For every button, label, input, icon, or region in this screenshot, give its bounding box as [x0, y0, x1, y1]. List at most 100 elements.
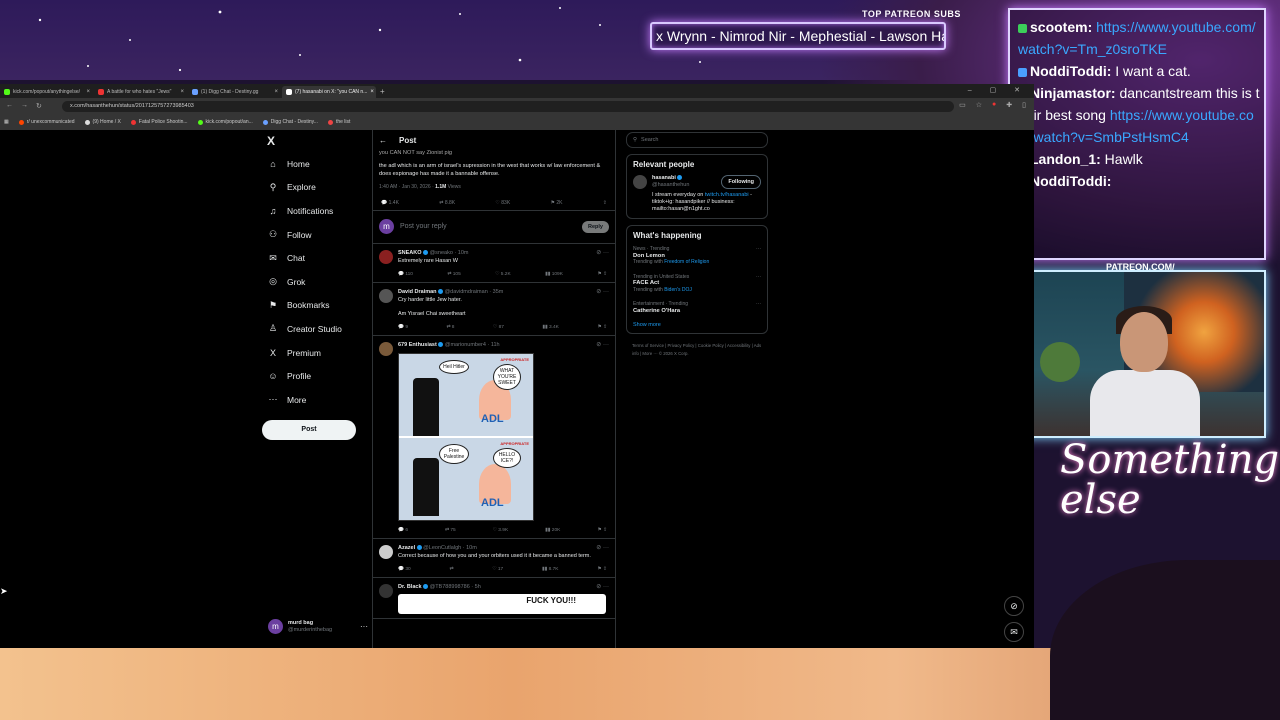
messages-float-icon[interactable]: ✉ [1004, 622, 1024, 642]
more-icon[interactable]: ··· [360, 622, 368, 631]
bookmark-share-actions[interactable]: ⚑ ⇪ [597, 271, 607, 278]
bookmark-item[interactable]: the list [327, 119, 350, 125]
following-button[interactable]: Following [721, 175, 761, 189]
show-more-link[interactable]: Show more [633, 322, 761, 328]
views-action[interactable]: ▮▮ 8.7K [542, 566, 559, 573]
back-arrow-icon[interactable]: ← [379, 136, 387, 145]
close-icon[interactable]: × [180, 89, 184, 95]
reply-author[interactable]: David Draiman [398, 289, 437, 295]
grok-float-icon[interactable]: ⊘ [1004, 596, 1024, 616]
trend-link[interactable]: Freedom of Religion [664, 259, 709, 265]
cast-icon[interactable]: ▭ [959, 101, 966, 109]
avatar[interactable] [379, 583, 393, 598]
reload-icon[interactable]: ↻ [36, 102, 42, 110]
trend-item[interactable]: Trending in United States FACE Act Trendin… [633, 274, 761, 294]
nav-item-follow[interactable]: ⚇ Follow [262, 223, 372, 247]
close-icon[interactable]: × [86, 89, 90, 95]
apps-grid-icon[interactable]: ▦ [4, 119, 9, 125]
nav-item-home[interactable]: ⌂ Home [262, 152, 372, 176]
reply-author[interactable]: Azazel [398, 545, 415, 551]
nav-item-profile[interactable]: ☺ Profile [262, 364, 372, 388]
back-icon[interactable]: ← [6, 102, 13, 110]
repost-action[interactable]: ⇄ 8.8K [439, 200, 455, 206]
reply-author[interactable]: 679 Enthusiast [398, 342, 437, 348]
nav-item-premium[interactable]: X Premium [262, 341, 372, 365]
close-icon[interactable]: × [370, 89, 374, 95]
window-controls[interactable]: – ▢ ✕ [968, 86, 1028, 94]
more-icon[interactable]: ⊘ ··· [596, 288, 609, 295]
more-icon[interactable]: ··· [756, 246, 761, 253]
reply-button[interactable]: Reply [582, 220, 609, 233]
bookmark-item[interactable]: r/ unexcommunicated [18, 119, 75, 125]
avatar[interactable] [379, 341, 393, 356]
url-field[interactable]: x.com/hasanthehun/status/201712575727398… [62, 100, 954, 112]
more-icon[interactable]: ··· [756, 274, 761, 281]
like-action[interactable]: ♡ 87 [493, 324, 504, 331]
nav-item-chat[interactable]: ✉ Chat [262, 246, 372, 270]
new-tab-icon[interactable]: + [380, 87, 385, 96]
more-icon[interactable]: ⊘ ··· [596, 544, 609, 551]
browser-tab[interactable]: kick.com/popout/anythingelse/ × [0, 86, 94, 98]
views-action[interactable]: ▮▮ 109K [545, 271, 563, 278]
bookmark-item[interactable]: Fatal Police Shootin... [130, 119, 188, 125]
bookmark-action[interactable]: ⚑ 2K [550, 200, 562, 206]
forward-icon[interactable]: → [21, 102, 28, 110]
more-icon[interactable]: ⊘ ··· [596, 249, 609, 256]
more-icon[interactable]: ⊘ ··· [596, 583, 609, 590]
views-action[interactable]: ▮▮ 20K [545, 527, 560, 534]
bookmark-share-actions[interactable]: ⚑ ⇪ [597, 527, 607, 534]
like-action[interactable]: ♡ 3.9K [493, 527, 509, 534]
share-icon[interactable]: ⇪ [603, 200, 607, 206]
like-action[interactable]: ♡ 83K [495, 200, 510, 206]
bookmark-item[interactable]: (9) Home / X [84, 119, 121, 125]
trend-item[interactable]: News · Trending Don Lemon Trending with Fr… [633, 246, 761, 266]
star-icon[interactable]: ☆ [976, 101, 982, 109]
reply-author[interactable]: SNEAKO [398, 250, 422, 256]
avatar[interactable] [379, 544, 393, 559]
post-button[interactable]: Post [262, 419, 356, 440]
avatar[interactable] [379, 249, 393, 264]
nav-item-notifications[interactable]: ♫ Notifications [262, 199, 372, 223]
more-icon[interactable]: ⊘ ··· [596, 341, 609, 348]
reply-action[interactable]: 💬 6 [398, 527, 408, 534]
browser-tab[interactable]: (7) hasanabi on X: "you CAN n... × [282, 86, 376, 98]
reply-action[interactable]: 💬 110 [398, 271, 413, 278]
bookmark-item[interactable]: Digg Chat - Destiny... [262, 119, 318, 125]
views-action[interactable]: ▮▮ 3.4K [542, 324, 559, 331]
reply-image[interactable]: FUCK YOU!!! [398, 593, 606, 614]
relevant-name[interactable]: hasanabi [652, 175, 689, 182]
reply-input[interactable]: Post your reply [400, 223, 576, 230]
repost-action[interactable]: ⇄ 105 [447, 271, 460, 278]
bookmark-share-actions[interactable]: ⚑ ⇪ [597, 324, 607, 331]
reply-author[interactable]: Dr. Black [398, 584, 422, 590]
nav-item-grok[interactable]: ◎ Grok [262, 270, 372, 294]
more-icon[interactable]: ··· [756, 301, 761, 308]
like-action[interactable]: ♡ 5.2K [495, 271, 511, 278]
repost-action[interactable]: ⇄ 8 [446, 324, 454, 331]
account-switcher[interactable]: m murd bag @murderinthebag ··· [268, 619, 368, 634]
close-icon[interactable]: × [274, 89, 278, 95]
bookmark-share-actions[interactable]: ⚑ ⇪ [597, 566, 607, 573]
extension-icon[interactable]: ● [992, 101, 996, 109]
repost-action[interactable]: ⇄ 75 [445, 527, 456, 534]
trend-link[interactable]: Biden's DOJ [664, 287, 692, 293]
reply-action[interactable]: 💬 30 [398, 566, 411, 573]
x-footer-links[interactable]: Terms of Service | Privacy Policy | Cook… [626, 342, 768, 358]
like-action[interactable]: ♡ 17 [492, 566, 503, 573]
avatar[interactable] [633, 175, 647, 189]
reply-action[interactable]: 💬 1.4K [381, 200, 399, 206]
extensions-puzzle-icon[interactable]: ✚ [1006, 101, 1012, 109]
avatar[interactable] [379, 288, 393, 303]
repost-action[interactable]: ⇄ [449, 566, 453, 573]
search-input[interactable]: ⚲ Search [626, 132, 768, 148]
comic-image[interactable]: APPROPRIATE Heil Hitler WHAT YOU'RE SWEET A… [398, 352, 534, 521]
x-logo-icon[interactable]: X [262, 130, 372, 152]
bio-link[interactable]: twitch.tv/hasanabi [705, 192, 749, 198]
post-time[interactable]: 1:40 AM · Jan 30, 2026 · [379, 184, 435, 190]
sidebar-icon[interactable]: ▯ [1022, 101, 1026, 109]
nav-item-bookmarks[interactable]: ⚑ Bookmarks [262, 294, 372, 318]
reply-action[interactable]: 💬 9 [398, 324, 408, 331]
browser-tab[interactable]: (1) Digg Chat - Destiny.gg × [188, 86, 282, 98]
nav-item-creator-studio[interactable]: ♙ Creator Studio [262, 317, 372, 341]
trend-item[interactable]: Entertainment · Trending Catherine O'Hara… [633, 301, 761, 314]
